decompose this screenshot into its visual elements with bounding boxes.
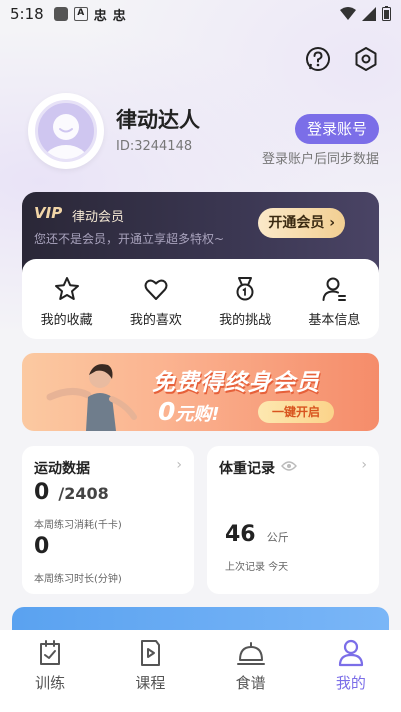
sport-data-title: 运动数据 [34,461,90,477]
user-info-icon [322,277,347,301]
weight-unit: 公斤 [266,531,289,544]
weight-record-card[interactable]: 体重记录 › 46 公斤 上次记录 今天 [207,446,379,594]
training-icon [40,640,61,665]
status-time: 5:18 [10,5,44,23]
wifi-icon [340,6,356,20]
a-notification-icon: A [73,7,88,21]
banner-price: 0 [158,397,176,426]
chevron-right-icon: › [361,457,367,473]
shortcut-label: 基本信息 [308,313,361,328]
app-notification-icon [53,7,68,21]
default-avatar-icon [44,114,88,159]
login-button[interactable]: 登录账号 [294,114,379,144]
calories-value: 0 [34,480,50,505]
login-hint: 登录账户后同步数据 [261,152,379,167]
chevron-right-icon: › [176,457,182,473]
shortcut-label: 我的收藏 [40,313,93,328]
calories-total: /2408 [58,484,109,503]
tab-training[interactable]: 训练 [10,638,90,712]
shortcut-likes[interactable]: 我的喜欢 [116,275,196,339]
banner-price-text: 元购! [175,404,220,425]
status-right [340,6,391,21]
notification-icon-1: 忠 [93,8,107,24]
shortcut-label: 我的挑战 [219,313,272,328]
profile-icon [338,639,363,667]
recipe-icon [236,642,265,665]
weight-value: 46 [225,522,256,547]
promo-banner[interactable]: 免费得终身会员 0元购! 一键开启 [22,353,379,431]
duration-label: 本周练习时长(分钟) [34,574,122,585]
signal-icon [362,6,376,21]
notification-icon-2: 忠 [112,8,126,24]
status-bar: 5:18 A 忠 忠 [0,0,401,28]
shortcut-challenges[interactable]: 我的挑战 [205,275,285,339]
shortcut-favorites[interactable]: 我的收藏 [27,275,107,339]
weight-row: 46 公斤 [225,522,289,547]
eye-icon[interactable] [281,460,297,472]
tab-label: 食谱 [235,674,266,692]
banner-subtitle: 0元购! [158,397,220,426]
star-icon [54,277,79,300]
heart-icon [144,279,168,300]
calorie-row: 0 /2408 [34,480,109,505]
tab-label: 训练 [35,674,66,692]
top-actions [305,46,379,72]
calories-label: 本周练习消耗(千卡) [34,520,122,531]
user-id: ID:3244148 [116,139,193,154]
help-icon[interactable] [305,46,331,72]
course-icon [141,640,161,666]
last-record-label: 上次记录 今天 [225,562,289,573]
avatar-image [35,100,97,162]
tab-course[interactable]: 课程 [110,638,190,712]
shortcut-label: 我的喜欢 [129,313,182,328]
open-vip-button[interactable]: 开通会员 › [258,208,345,238]
vip-description: 您还不是会员，开通立享超多特权~ [34,232,225,246]
medal-icon [236,277,254,301]
shortcut-basic-info[interactable]: 基本信息 [294,275,374,339]
tab-label: 课程 [135,674,166,692]
tab-recipe[interactable]: 食谱 [211,638,291,712]
shortcuts-panel: 我的收藏 我的喜欢 我的挑战 基本信息 [22,259,379,339]
bottom-tab-bar: 训练 课程 食谱 我的 [0,630,401,712]
vip-logo: VIP [34,204,63,222]
avatar[interactable] [28,93,104,169]
sport-data-card[interactable]: 运动数据 › 0 /2408 本周练习消耗(千卡) 0 本周练习时长(分钟) [22,446,194,594]
battery-icon [382,6,391,21]
username: 律动达人 [116,108,200,132]
banner-button[interactable]: 一键开启 [258,401,334,423]
tab-label: 我的 [335,674,366,692]
duration-value: 0 [34,534,50,559]
vip-title: 律动会员 [72,210,125,225]
banner-title: 免费得终身会员 [152,370,320,396]
tab-profile[interactable]: 我的 [311,638,391,712]
settings-icon[interactable] [353,46,379,72]
weight-record-title: 体重记录 [219,461,275,477]
fitness-model-image [46,364,137,431]
